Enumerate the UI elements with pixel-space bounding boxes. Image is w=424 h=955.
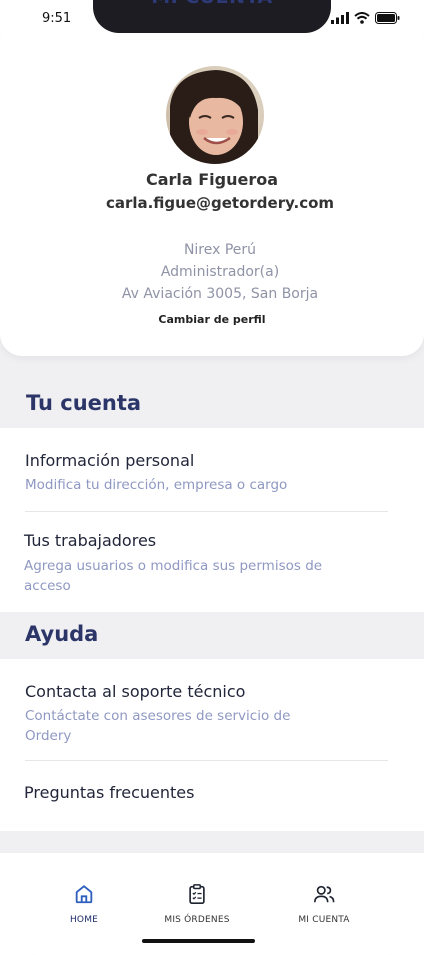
clipboard-list-icon [186, 884, 208, 909]
tab-label: MIS ÓRDENES [164, 915, 230, 925]
menu-item-personal-info[interactable]: Información personal Modifica tu direcci… [0, 428, 424, 512]
item-title: Información personal [25, 451, 195, 470]
notch: MI CUENTA [93, 0, 331, 33]
help-list: Contacta al soporte técnico Contáctate c… [0, 659, 424, 831]
item-subtitle: Agrega usuarios o modifica sus permisos … [24, 558, 323, 594]
tab-orders[interactable]: MIS ÓRDENES [157, 883, 237, 925]
item-title: Contacta al soporte técnico [25, 682, 246, 701]
item-title: Tus trabajadores [24, 531, 157, 550]
wifi-icon [354, 9, 370, 28]
battery-icon [375, 9, 400, 28]
tab-label: HOME [69, 915, 99, 925]
profile-card: Carla Figueroa carla.figue@getordery.com… [0, 0, 424, 356]
item-subtitle: Contáctate con asesores de servicio de O… [25, 708, 291, 744]
profile-address: Av Aviación 3005, San Borja [121, 286, 319, 302]
system-icons [331, 9, 400, 28]
item-title: Preguntas frecuentes [24, 783, 195, 802]
tab-account[interactable]: MI CUENTA [292, 883, 356, 925]
menu-item-faq[interactable]: Preguntas frecuentes [0, 761, 424, 831]
tab-home[interactable]: HOME [60, 883, 108, 925]
item-subtitle: Modifica tu dirección, empresa o cargo [25, 477, 288, 493]
menu-item-support[interactable]: Contacta al soporte técnico Contáctate c… [0, 659, 424, 760]
avatar[interactable] [166, 66, 264, 164]
menu-item-workers[interactable]: Tus trabajadores Agrega usuarios o modif… [0, 512, 424, 612]
section-title-account: Tu cuenta [26, 391, 142, 415]
account-list: Información personal Modifica tu direcci… [0, 428, 424, 612]
page-title: MI CUENTA [93, 0, 331, 8]
tab-label: MI CUENTA [298, 915, 350, 925]
users-icon [312, 885, 336, 909]
signal-icon [331, 9, 349, 28]
section-title-help: Ayuda [25, 622, 99, 646]
home-indicator[interactable] [142, 939, 255, 943]
profile-name: Carla Figueroa [145, 170, 279, 189]
status-bar: 9:51 MI CUENTA [0, 0, 424, 40]
phone-frame: Carla Figueroa carla.figue@getordery.com… [0, 0, 424, 955]
status-time: 9:51 [42, 11, 72, 26]
change-profile-link[interactable]: Cambiar de perfil [0, 313, 424, 326]
profile-company: Nirex Perú [183, 242, 257, 258]
profile-role: Administrador(a) [160, 264, 280, 280]
home-icon [73, 885, 95, 909]
profile-email: carla.figue@getordery.com [105, 194, 335, 212]
